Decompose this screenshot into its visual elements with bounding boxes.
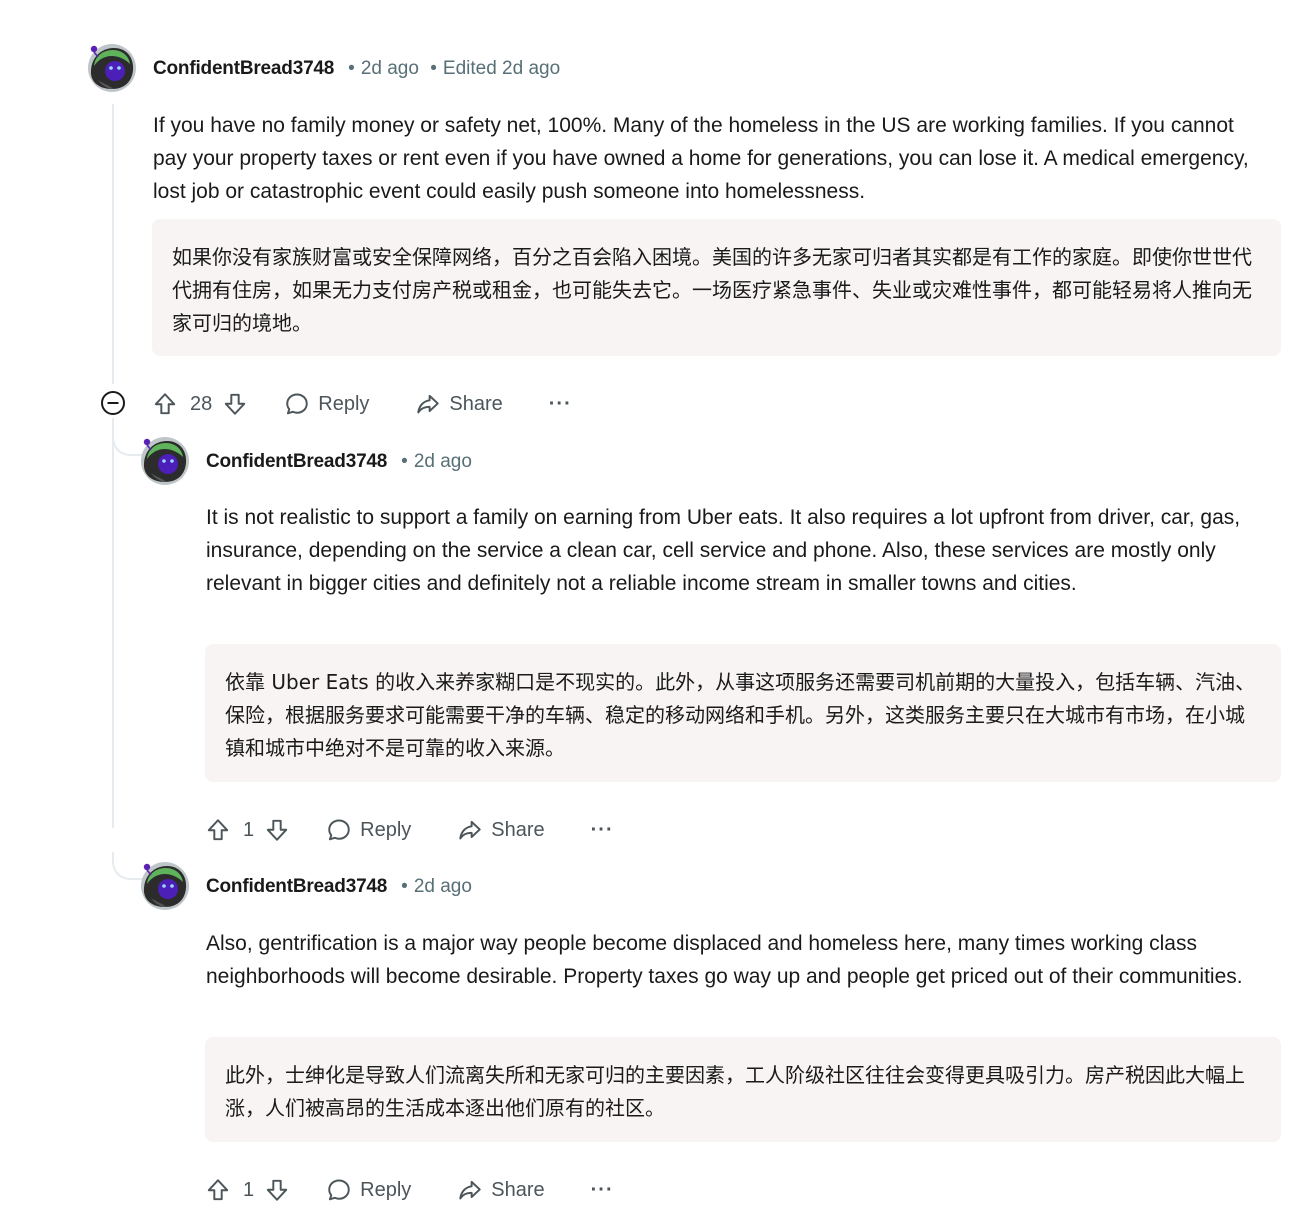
thread-line-main [112,104,114,384]
translation-text: 如果你没有家族财富或安全保障网络，百分之百会陷入困境。美国的许多无家可归者其实都… [172,245,1252,335]
share-icon [415,391,441,417]
author-name[interactable]: ConfidentBread3748 [206,876,387,898]
more-icon: ··· [590,818,614,841]
reply-icon [326,817,352,843]
comment-header: ConfidentBread3748 • 2d ago [206,451,472,473]
thread-line-replies [112,418,114,828]
translation-text: 此外，士绅化是导致人们流离失所和无家可归的主要因素，工人阶级社区往往会变得更具吸… [225,1063,1245,1120]
user-avatar[interactable] [141,862,189,910]
reply-icon [326,1177,352,1203]
downvote-button[interactable] [222,391,248,417]
more-icon: ··· [590,1178,614,1201]
comment-header: ConfidentBread3748 • 2d ago [206,876,472,898]
more-options-button[interactable]: ··· [591,819,614,842]
comment-actions: 1 Reply Share ··· [205,810,614,850]
comment-actions: 1 Reply Share ··· [205,1170,614,1210]
translation-box: 此外，士绅化是导致人们流离失所和无家可归的主要因素，工人阶级社区往往会变得更具吸… [205,1037,1281,1142]
translation-box: 依靠 Uber Eats 的收入来养家糊口是不现实的。此外，从事这项服务还需要司… [205,644,1281,782]
upvote-button[interactable] [205,1177,231,1203]
separator-dot: • [401,876,408,897]
vote-count: 1 [243,818,255,841]
upvote-icon [205,817,231,843]
upvote-icon [152,391,178,417]
thread-elbow [112,852,142,880]
collapse-icon[interactable] [100,390,126,416]
comment-body: It is not realistic to support a family … [206,506,1241,595]
comment-body: Also, gentrification is a major way peop… [206,932,1243,988]
user-avatar[interactable] [141,437,189,485]
author-name[interactable]: ConfidentBread3748 [206,451,387,473]
separator-dot: • [430,58,437,79]
more-options-button[interactable]: ··· [549,393,572,416]
upvote-button[interactable] [205,817,231,843]
vote-count: 1 [243,1178,255,1201]
reply-label: Reply [360,1178,412,1201]
share-label: Share [491,1178,545,1201]
reply-label: Reply [360,818,412,841]
more-options-button[interactable]: ··· [591,1179,614,1202]
separator-dot: • [401,451,408,472]
downvote-icon [264,817,290,843]
user-avatar[interactable] [88,44,136,92]
downvote-button[interactable] [264,817,290,843]
downvote-button[interactable] [264,1177,290,1203]
separator-dot: • [348,58,355,79]
reply-icon [284,391,310,417]
comment-body: If you have no family money or safety ne… [153,114,1249,203]
share-icon [457,817,483,843]
share-label: Share [449,392,503,415]
upvote-button[interactable] [152,391,178,417]
timestamp: 2d ago [413,876,472,897]
timestamp: 2d ago [360,58,419,79]
vote-count: 28 [190,392,213,415]
thread-elbow [112,428,142,456]
reply-button[interactable]: Reply [326,1177,411,1203]
comment-meta: • 2d ago • Edited 2d ago [348,58,560,80]
timestamp: 2d ago [413,451,472,472]
translation-box: 如果你没有家族财富或安全保障网络，百分之百会陷入困境。美国的许多无家可归者其实都… [152,219,1281,356]
downvote-icon [222,391,248,417]
more-icon: ··· [548,392,572,415]
reply-label: Reply [318,392,370,415]
share-icon [457,1177,483,1203]
share-label: Share [491,818,545,841]
downvote-icon [264,1177,290,1203]
author-name[interactable]: ConfidentBread3748 [153,58,334,80]
share-button[interactable]: Share [457,817,545,843]
reply-button[interactable]: Reply [284,391,369,417]
comment-actions: 28 Reply Share ··· [152,384,572,424]
share-button[interactable]: Share [457,1177,545,1203]
comment-meta: • 2d ago [401,451,472,473]
upvote-icon [205,1177,231,1203]
translation-text: 依靠 Uber Eats 的收入来养家糊口是不现实的。此外，从事这项服务还需要司… [225,670,1256,760]
share-button[interactable]: Share [415,391,503,417]
comment-header: ConfidentBread3748 • 2d ago • Edited 2d ag… [153,58,560,80]
reply-button[interactable]: Reply [326,817,411,843]
edited-label: Edited 2d ago [442,58,561,79]
comment-meta: • 2d ago [401,876,472,898]
